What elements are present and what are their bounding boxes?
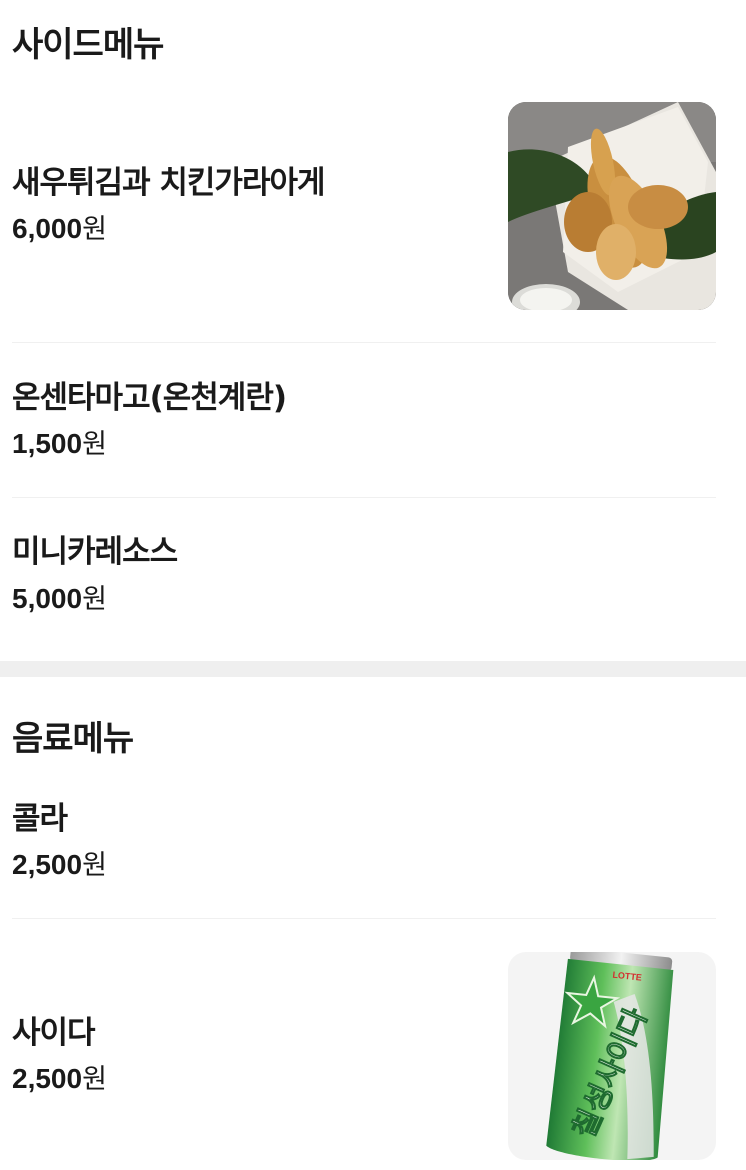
menu-item-price: 2,500원: [12, 1062, 107, 1097]
section-title-side-menu: 사이드메뉴: [12, 25, 164, 65]
side-menu-section: 사이드메뉴 새우튀김과 치킨가라아게 6,000원 온센타마고(온천계란) 1,…: [0, 0, 746, 660]
menu-item-price: 6,000원: [12, 212, 107, 247]
menu-item-name: 사이다: [12, 1015, 96, 1051]
menu-item-name: 미니카레소스: [12, 534, 178, 570]
menu-item-price: 1,500원: [12, 427, 107, 462]
cider-image[interactable]: LOTTE 칠성사이다: [508, 952, 716, 1160]
drink-menu-section: 음료메뉴 콜라 2,500원 사이다 2,500원 LOTTE 칠성사이다: [0, 677, 746, 1170]
price-value: 6,000: [12, 213, 83, 244]
price-value: 2,500: [12, 849, 83, 880]
price-value: 5,000: [12, 583, 83, 614]
menu-item-name: 온센타마고(온천계란): [12, 380, 287, 416]
price-unit: 원: [82, 1064, 107, 1095]
menu-item-name: 콜라: [12, 801, 68, 837]
price-unit: 원: [82, 584, 107, 615]
price-unit: 원: [82, 214, 107, 245]
price-value: 2,500: [12, 1063, 83, 1094]
item-divider: [12, 918, 716, 919]
menu-item-onsen-tamago[interactable]: 온센타마고(온천계란) 1,500원: [12, 343, 716, 497]
menu-item-price: 2,500원: [12, 848, 107, 883]
fried-food-photo: [508, 102, 716, 310]
price-value: 1,500: [12, 428, 83, 459]
menu-item-price: 5,000원: [12, 582, 107, 617]
section-title-drink-menu: 음료메뉴: [12, 719, 134, 759]
section-divider: [0, 661, 746, 677]
menu-item-cola[interactable]: 콜라 2,500원: [12, 782, 716, 918]
price-unit: 원: [82, 429, 107, 460]
cider-can-photo: LOTTE 칠성사이다: [546, 952, 674, 1160]
shrimp-karaage-image[interactable]: [508, 102, 716, 310]
menu-item-name: 새우튀김과 치킨가라아게: [12, 165, 326, 201]
price-unit: 원: [82, 850, 107, 881]
menu-item-mini-curry-sauce[interactable]: 미니카레소스 5,000원: [12, 498, 716, 652]
